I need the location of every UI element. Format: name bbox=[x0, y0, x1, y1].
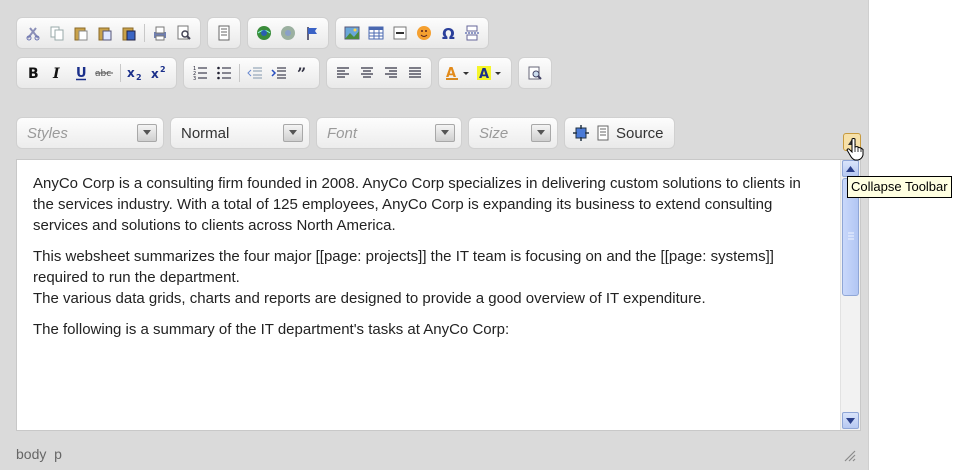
font-combo[interactable]: Font bbox=[316, 117, 462, 149]
align-justify-icon[interactable] bbox=[404, 62, 426, 84]
insert-group: Ω bbox=[335, 17, 489, 49]
smiley-icon[interactable] bbox=[413, 22, 435, 44]
superscript-icon[interactable]: x2 bbox=[149, 62, 171, 84]
clipboard-group bbox=[16, 17, 201, 49]
outdent-icon[interactable] bbox=[244, 62, 266, 84]
toolbar-separator bbox=[120, 64, 121, 82]
copy-icon[interactable] bbox=[46, 22, 68, 44]
toolbar-separator bbox=[144, 24, 145, 42]
page-break-icon[interactable] bbox=[461, 22, 483, 44]
svg-text:x: x bbox=[127, 66, 135, 80]
size-combo[interactable]: Size bbox=[468, 117, 558, 149]
image-icon[interactable] bbox=[341, 22, 363, 44]
content-paragraph: This websheet summarizes the four major … bbox=[33, 248, 774, 286]
basic-style-group: B I U abc x2 x2 bbox=[16, 57, 177, 89]
chevron-down-icon[interactable] bbox=[137, 124, 157, 142]
vertical-scrollbar[interactable] bbox=[840, 160, 860, 430]
source-icon bbox=[597, 125, 609, 141]
svg-text:”: ” bbox=[297, 65, 306, 81]
subscript-icon[interactable]: x2 bbox=[125, 62, 147, 84]
cut-icon[interactable] bbox=[22, 22, 44, 44]
svg-text:3: 3 bbox=[193, 76, 196, 81]
paste-icon[interactable] bbox=[70, 22, 92, 44]
svg-text:I: I bbox=[52, 66, 60, 81]
content-paragraph: The following is a summary of the IT dep… bbox=[33, 321, 510, 338]
bold-icon[interactable]: B bbox=[22, 62, 44, 84]
list-group: 123 ” bbox=[183, 57, 320, 89]
hand-cursor-icon bbox=[846, 138, 864, 161]
content-paragraph: AnyCo Corp is a consulting firm founded … bbox=[33, 175, 801, 234]
toolbar-row-2: B I U abc x2 x2 123 ” A A bbox=[16, 57, 558, 89]
svg-text:Ω: Ω bbox=[442, 25, 455, 41]
chevron-down-icon[interactable] bbox=[435, 124, 455, 142]
maximize-icon[interactable] bbox=[570, 122, 592, 144]
editor-document[interactable]: AnyCo Corp is a consulting firm founded … bbox=[17, 160, 840, 430]
chevron-down-icon[interactable] bbox=[531, 124, 551, 142]
italic-icon[interactable]: I bbox=[46, 62, 68, 84]
svg-text:abc: abc bbox=[95, 69, 111, 79]
format-combo-label: Normal bbox=[181, 124, 230, 142]
toolbar-row-3: Styles Normal Font Size Source bbox=[16, 117, 681, 149]
link-group bbox=[247, 17, 329, 49]
strikethrough-icon[interactable]: abc bbox=[94, 62, 116, 84]
svg-text:2: 2 bbox=[160, 65, 166, 74]
svg-text:A: A bbox=[479, 67, 489, 81]
align-left-icon[interactable] bbox=[332, 62, 354, 84]
unlink-icon[interactable] bbox=[277, 22, 299, 44]
size-combo-label: Size bbox=[479, 124, 509, 142]
align-right-icon[interactable] bbox=[380, 62, 402, 84]
element-path[interactable]: body p bbox=[16, 446, 62, 462]
anchor-icon[interactable] bbox=[301, 22, 323, 44]
link-icon[interactable] bbox=[253, 22, 275, 44]
indent-icon[interactable] bbox=[268, 62, 290, 84]
svg-text:2: 2 bbox=[136, 73, 142, 81]
show-blocks-icon[interactable] bbox=[524, 62, 546, 84]
paste-text-icon[interactable] bbox=[94, 22, 116, 44]
toolbar-separator bbox=[239, 64, 240, 82]
rich-text-editor: Ω B I U abc x2 x2 123 ” A A Styles Norma… bbox=[0, 0, 869, 470]
preview-icon[interactable] bbox=[173, 22, 195, 44]
special-char-icon[interactable]: Ω bbox=[437, 22, 459, 44]
text-color-icon[interactable]: A bbox=[444, 62, 474, 84]
source-label: Source bbox=[616, 124, 664, 142]
toolbar-row-1: Ω bbox=[16, 17, 495, 49]
align-center-icon[interactable] bbox=[356, 62, 378, 84]
templates-group bbox=[207, 17, 241, 49]
chevron-down-icon[interactable] bbox=[283, 124, 303, 142]
horizontal-rule-icon[interactable] bbox=[389, 22, 411, 44]
color-group: A A bbox=[438, 57, 512, 89]
font-combo-label: Font bbox=[327, 124, 358, 142]
svg-text:x: x bbox=[151, 67, 159, 81]
scroll-up-button[interactable] bbox=[842, 160, 859, 177]
scroll-down-button[interactable] bbox=[842, 412, 859, 429]
content-paragraph: The various data grids, charts and repor… bbox=[33, 290, 706, 307]
templates-icon[interactable] bbox=[213, 22, 235, 44]
source-button[interactable]: Source bbox=[593, 125, 670, 142]
paste-word-icon[interactable] bbox=[118, 22, 140, 44]
styles-combo[interactable]: Styles bbox=[16, 117, 164, 149]
tools-group: Source bbox=[564, 117, 675, 149]
format-combo[interactable]: Normal bbox=[170, 117, 310, 149]
svg-text:B: B bbox=[28, 66, 39, 81]
maximize-group bbox=[518, 57, 552, 89]
bulleted-list-icon[interactable] bbox=[213, 62, 235, 84]
collapse-toolbar-tooltip: Collapse Toolbar bbox=[847, 176, 952, 198]
table-icon[interactable] bbox=[365, 22, 387, 44]
editor-content-area[interactable]: AnyCo Corp is a consulting firm founded … bbox=[16, 159, 861, 431]
resize-handle-icon[interactable] bbox=[842, 448, 856, 462]
blockquote-icon[interactable]: ” bbox=[292, 62, 314, 84]
numbered-list-icon[interactable]: 123 bbox=[189, 62, 211, 84]
print-icon[interactable] bbox=[149, 22, 171, 44]
styles-combo-label: Styles bbox=[27, 124, 68, 142]
background-color-icon[interactable]: A bbox=[476, 62, 506, 84]
underline-icon[interactable]: U bbox=[70, 62, 92, 84]
align-group bbox=[326, 57, 432, 89]
status-bar: body p bbox=[0, 438, 868, 470]
